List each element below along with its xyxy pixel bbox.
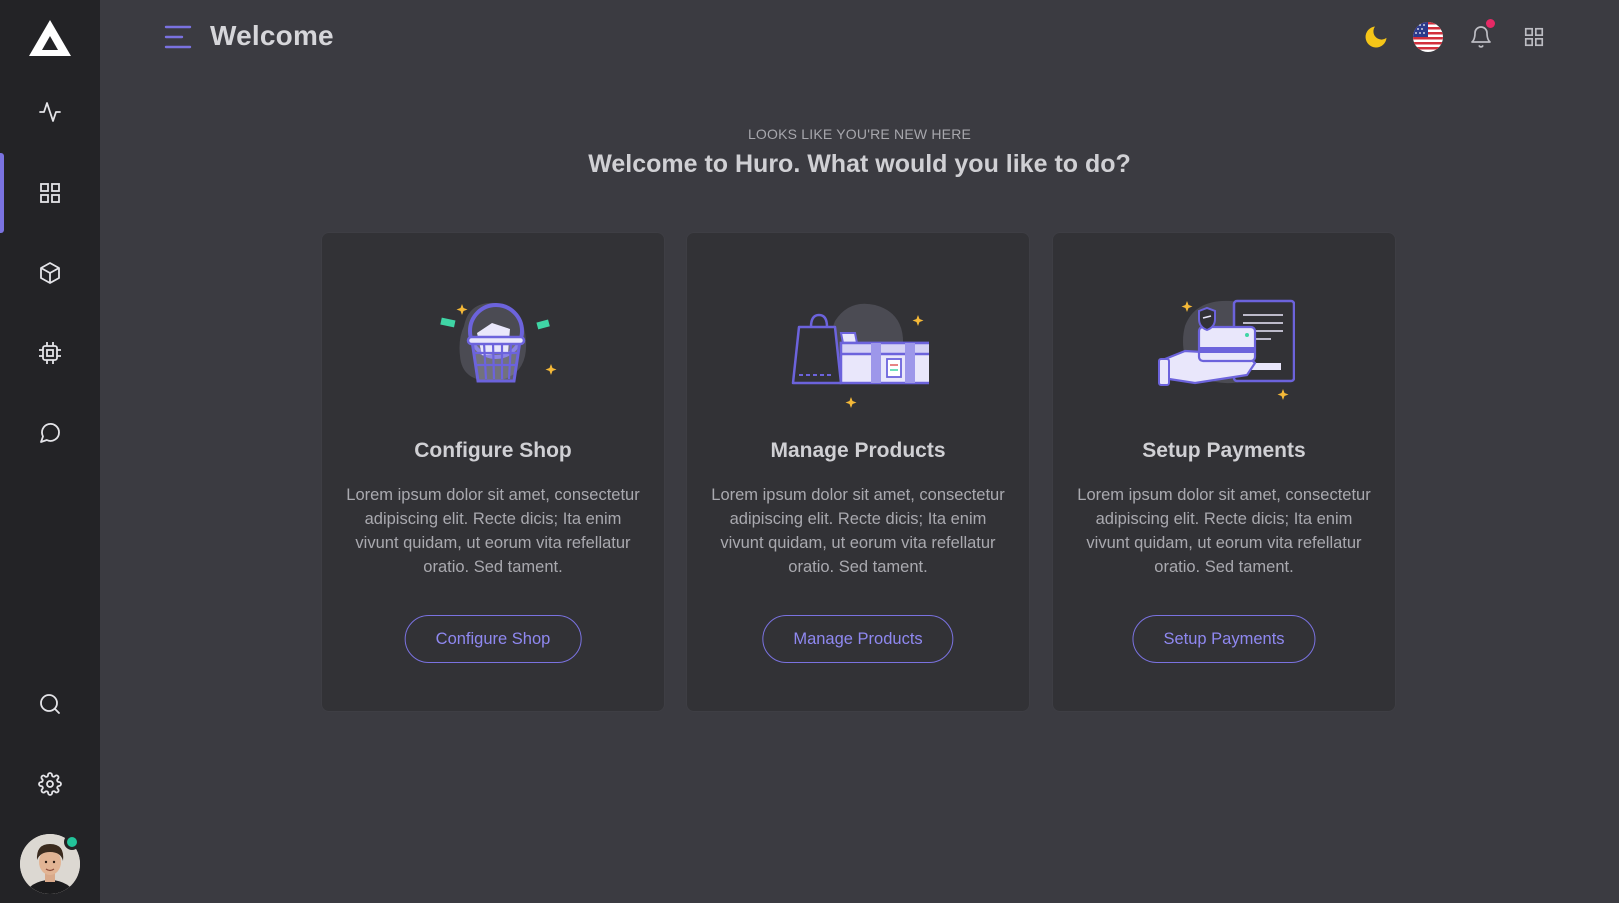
payment-card-illustration-icon xyxy=(1158,299,1295,400)
online-status-indicator xyxy=(64,834,80,850)
card-title: Manage Products xyxy=(770,439,946,462)
card-description: Lorem ipsum dolor sit amet, consectetur … xyxy=(346,486,640,576)
language-selector[interactable] xyxy=(1412,21,1444,53)
card-description: Lorem ipsum dolor sit amet, consectetur … xyxy=(1077,486,1371,576)
welcome-hero: LOOKS LIKE YOU'RE NEW HERE Welcome to Hu… xyxy=(100,126,1619,179)
activity-icon xyxy=(39,102,61,122)
notification-badge xyxy=(1486,19,1495,28)
grid-icon xyxy=(40,183,60,203)
sidebar-item-settings[interactable] xyxy=(0,744,100,824)
hero-subtitle: LOOKS LIKE YOU'RE NEW HERE xyxy=(747,126,972,142)
bell-icon xyxy=(1471,26,1491,48)
manage-products-button[interactable]: Manage Products xyxy=(762,615,954,663)
sidebar-item-products[interactable] xyxy=(0,233,100,313)
card-configure-shop: Configure Shop Lorem ipsum dolor sit ame… xyxy=(321,232,665,712)
apps-grid-icon xyxy=(1524,27,1544,47)
card-title: Configure Shop xyxy=(414,439,572,462)
sidebar-item-messages[interactable] xyxy=(0,393,100,473)
card-manage-products: Manage Products Lorem ipsum dolor sit am… xyxy=(686,232,1030,712)
moon-icon xyxy=(1365,26,1387,48)
sidebar xyxy=(0,0,100,903)
box-icon xyxy=(40,262,60,284)
card-setup-payments: Setup Payments Lorem ipsum dolor sit ame… xyxy=(1052,232,1396,712)
sidebar-item-search[interactable] xyxy=(0,664,100,744)
shop-basket-illustration-icon xyxy=(440,302,557,383)
setup-payments-button[interactable]: Setup Payments xyxy=(1132,615,1316,663)
topbar: Welcome xyxy=(100,0,1619,74)
dark-mode-toggle[interactable] xyxy=(1360,21,1392,53)
page-title: Welcome xyxy=(210,20,334,51)
hero-title: Welcome to Huro. What would you like to … xyxy=(588,150,1131,178)
huro-logo-icon[interactable] xyxy=(28,18,72,58)
sidebar-item-activity[interactable] xyxy=(0,72,100,152)
search-icon xyxy=(40,694,60,714)
apps-menu-button[interactable] xyxy=(1518,21,1550,53)
sidebar-item-components[interactable] xyxy=(0,313,100,393)
card-title: Setup Payments xyxy=(1142,439,1306,462)
notifications-button[interactable] xyxy=(1465,19,1497,53)
card-description: Lorem ipsum dolor sit amet, consectetur … xyxy=(711,486,1005,576)
products-shelf-illustration-icon xyxy=(791,303,929,408)
cpu-icon xyxy=(39,342,61,364)
menu-icon[interactable] xyxy=(164,24,192,50)
settings-icon xyxy=(38,772,62,796)
message-icon xyxy=(40,423,60,443)
user-avatar[interactable] xyxy=(20,834,80,894)
us-flag-icon xyxy=(1413,22,1443,52)
sidebar-item-dashboard[interactable] xyxy=(0,153,100,233)
configure-shop-button[interactable]: Configure Shop xyxy=(404,615,582,663)
